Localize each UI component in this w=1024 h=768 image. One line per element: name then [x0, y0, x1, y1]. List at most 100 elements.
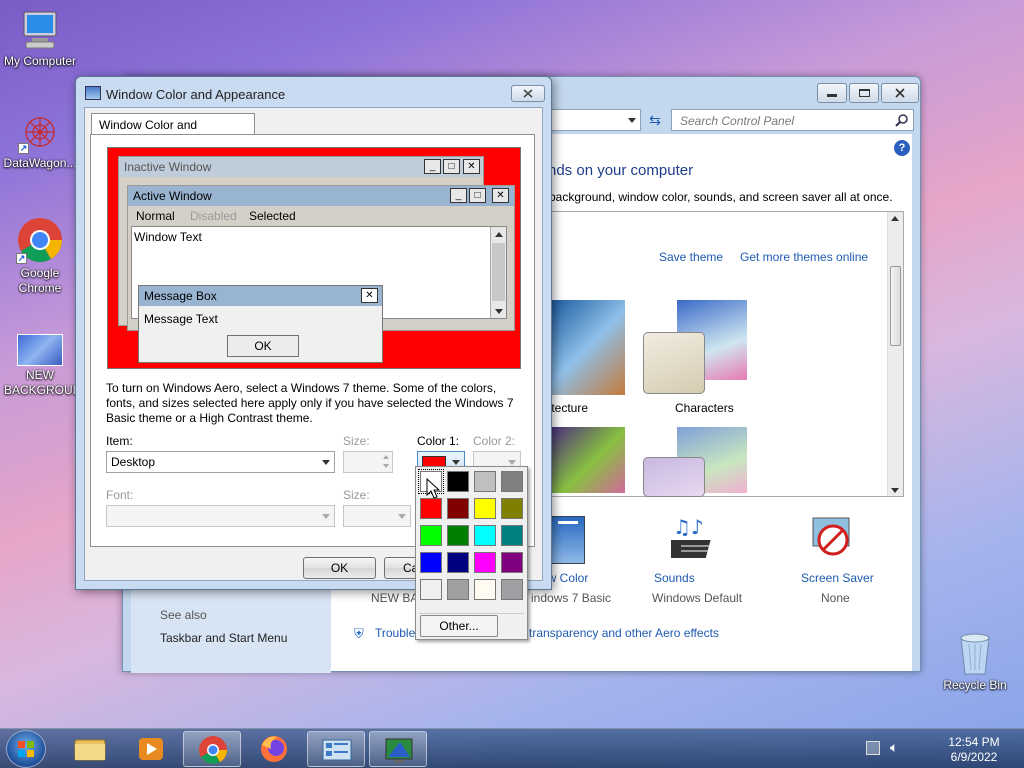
menu-normal: Normal	[136, 209, 175, 223]
theme-thumbnail-architecture[interactable]	[550, 300, 625, 395]
scrollbar[interactable]	[887, 212, 903, 496]
close-icon: ✕	[361, 288, 378, 303]
scroll-up-icon[interactable]	[891, 216, 899, 221]
window-color-sub: NEW BA	[371, 591, 419, 605]
theme-thumbnail[interactable]	[643, 457, 705, 497]
color-swatch[interactable]	[501, 498, 523, 519]
desktop-icon-chrome[interactable]: ↗ Google Chrome	[0, 216, 80, 296]
desktop-icon-recycle-bin[interactable]: Recycle Bin	[935, 630, 1015, 693]
save-theme-link[interactable]: Save theme	[659, 250, 723, 264]
color-swatch[interactable]	[474, 525, 496, 546]
color-swatch[interactable]	[474, 552, 496, 573]
color-swatch[interactable]	[420, 579, 442, 600]
color-swatch[interactable]	[420, 552, 442, 573]
search-input[interactable]: Search Control Panel	[680, 114, 794, 128]
minimize-button[interactable]	[817, 83, 847, 103]
desktop-icon-my-computer[interactable]: My Computer	[0, 8, 80, 69]
chevron-down-icon	[322, 460, 330, 465]
color-swatch[interactable]	[474, 579, 496, 600]
screen-saver-icon[interactable]	[809, 514, 857, 562]
start-button[interactable]	[6, 730, 46, 768]
clock[interactable]: 12:54 PM 6/9/2022	[930, 735, 1018, 765]
close-button[interactable]	[881, 83, 919, 103]
taskbar: 🔈︎ 12:54 PM 6/9/2022	[0, 728, 1024, 768]
page-heading: nds on your computer	[548, 162, 694, 179]
scroll-down-icon[interactable]	[891, 488, 899, 493]
search-box[interactable]: Search Control Panel	[671, 109, 914, 131]
network-icon[interactable]	[866, 741, 880, 755]
refresh-icon[interactable]: ⇆	[643, 109, 667, 131]
troubleshoot-link[interactable]: Trouble	[375, 626, 415, 640]
taskbar-control-panel[interactable]	[307, 731, 365, 767]
close-icon: ✕	[492, 188, 509, 203]
maximize-button[interactable]	[849, 83, 879, 103]
color-swatch[interactable]	[501, 579, 523, 600]
desktop-icon-new-backgroud[interactable]: NEW BACKGROUD	[0, 334, 81, 398]
search-icon[interactable]	[895, 113, 909, 127]
color-swatch[interactable]	[501, 525, 523, 546]
theme-label: Characters	[675, 401, 734, 415]
sounds-link[interactable]: Sounds	[654, 571, 695, 585]
color-swatch[interactable]	[501, 471, 523, 492]
sounds-value: Windows Default	[652, 591, 743, 605]
font-select[interactable]	[106, 505, 335, 527]
volume-icon[interactable]: 🔈︎	[890, 739, 898, 756]
taskbar-start-menu-link[interactable]: Taskbar and Start Menu	[160, 631, 287, 645]
color-swatch[interactable]	[447, 525, 469, 546]
theme-thumbnail-characters[interactable]	[643, 332, 705, 394]
ok-button[interactable]: OK	[303, 557, 376, 579]
window-color-icon[interactable]	[551, 516, 585, 564]
close-button[interactable]	[511, 85, 545, 102]
chevron-down-icon[interactable]	[628, 118, 636, 123]
computer-icon	[18, 8, 62, 52]
clock-date: 6/9/2022	[950, 750, 998, 764]
address-bar[interactable]	[551, 109, 641, 131]
color-swatch[interactable]	[447, 498, 469, 519]
screen-saver-link[interactable]: Screen Saver	[801, 571, 874, 585]
item-size-input[interactable]	[343, 451, 393, 473]
taskbar-window-color[interactable]	[369, 731, 427, 767]
datawagon-icon: ↗	[18, 110, 62, 154]
taskbar-media-player[interactable]	[122, 731, 180, 767]
help-icon[interactable]: ?	[894, 140, 910, 156]
aero-effects-link[interactable]: transparency and other Aero effects	[529, 626, 719, 640]
get-more-themes-link[interactable]: Get more themes online	[740, 250, 868, 264]
close-icon: ✕	[463, 159, 480, 174]
desktop-icon-label: My Computer	[3, 54, 77, 68]
scrollbar-thumb[interactable]	[890, 266, 901, 346]
item-select-value: Desktop	[111, 455, 156, 469]
color-swatch[interactable]	[447, 552, 469, 573]
screen-saver-value: None	[821, 591, 850, 605]
taskbar-chrome[interactable]	[183, 731, 241, 767]
appearance-preview[interactable]: Inactive Window _ □ ✕ Active Window _ □ …	[107, 147, 521, 369]
desktop-icon-label: Recycle Bin	[943, 678, 1007, 692]
theme-thumbnail[interactable]	[550, 427, 625, 493]
minimize-icon: _	[424, 159, 441, 174]
see-also-heading: See also	[160, 608, 207, 622]
dialog-title: Window Color and Appearance	[106, 87, 286, 102]
window-color-app-icon	[85, 86, 101, 100]
sounds-icon[interactable]: ♫♪	[665, 515, 721, 564]
other-colors-button[interactable]: Other...	[420, 615, 498, 637]
color-swatch[interactable]	[447, 471, 469, 492]
color-swatch[interactable]	[474, 471, 496, 492]
maximize-icon: □	[469, 188, 486, 203]
chevron-down-icon	[398, 514, 406, 519]
color-swatch[interactable]	[501, 552, 523, 573]
taskbar-explorer[interactable]	[60, 731, 118, 767]
taskbar-firefox[interactable]	[245, 731, 303, 767]
color-swatch[interactable]	[474, 498, 496, 519]
color-swatch[interactable]	[420, 525, 442, 546]
font-size-label: Size:	[343, 488, 370, 502]
color-swatch[interactable]	[447, 579, 469, 600]
item-select[interactable]: Desktop	[106, 451, 335, 473]
maximize-icon: □	[443, 159, 460, 174]
themes-list[interactable]: Save theme Get more themes online hitect…	[541, 211, 904, 497]
chevron-down-icon	[452, 460, 460, 465]
tab-window-color[interactable]: Window Color and Appearance	[91, 113, 255, 146]
font-size-select[interactable]	[343, 505, 411, 527]
desktop-icon-datawagon[interactable]: ↗ DataWagon...	[0, 110, 80, 171]
media-player-icon	[139, 738, 163, 760]
color-swatch[interactable]	[420, 498, 442, 519]
recycle-bin-icon	[955, 630, 995, 676]
